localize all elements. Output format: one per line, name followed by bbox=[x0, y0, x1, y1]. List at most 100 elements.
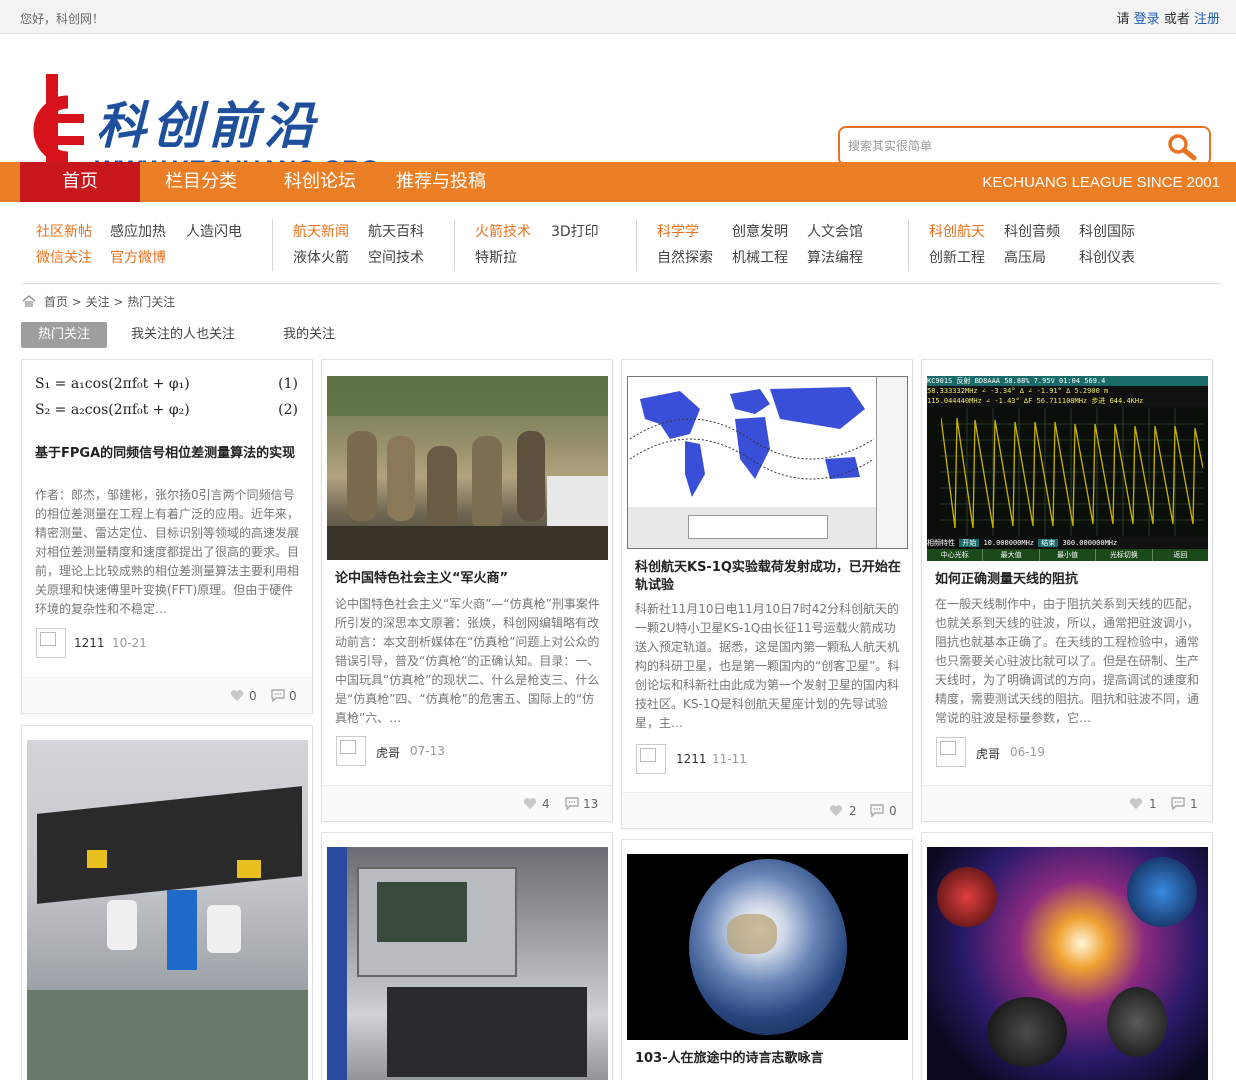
article-card[interactable]: 103-人在旅途中的诗言志歌咏言 bbox=[621, 839, 913, 1080]
analyzer-softkey[interactable]: 中心光标 bbox=[927, 549, 984, 561]
article-card[interactable] bbox=[21, 725, 313, 1080]
analyzer-readout: 115.044440MHz ∠ -1.43° ∆F 56.711108MHz 步… bbox=[927, 396, 1208, 406]
article-card[interactable]: KC901S 反射 BD8AAA 58.88% 7.95V 01:04 569.… bbox=[921, 359, 1213, 822]
subnav-link[interactable]: 社区新帖 bbox=[36, 221, 92, 241]
subnav-link[interactable]: 人造闪电 bbox=[186, 221, 242, 241]
article-excerpt: 科新社11月10日电11月10日7时42分科创航天的一颗2U特小卫星KS-1Q由… bbox=[635, 602, 900, 730]
subnav-link[interactable]: 自然探索 bbox=[657, 247, 713, 267]
comment-icon[interactable] bbox=[870, 804, 884, 817]
article-excerpt: 作者：郎杰，邹建彬，张尔扬0引言两个同频信号的相位差测量在工程上有着广泛的应用。… bbox=[35, 488, 300, 616]
heart-icon[interactable] bbox=[1129, 797, 1143, 810]
subnav-link[interactable]: 航天百科 bbox=[368, 221, 424, 241]
avatar[interactable] bbox=[636, 744, 666, 774]
analyzer-softkey[interactable]: 光标切换 bbox=[1096, 549, 1153, 561]
subnav-link[interactable]: 空间技术 bbox=[368, 247, 424, 267]
avatar[interactable] bbox=[36, 628, 66, 658]
article-card[interactable] bbox=[321, 832, 613, 1080]
subnav-link[interactable]: 科创仪表 bbox=[1079, 247, 1135, 267]
subnav-link[interactable]: 算法编程 bbox=[807, 247, 863, 267]
article-card[interactable]: 论中国特色社会主义“军火商” 论中国特色社会主义“军火商”—“仿真枪”刑事案件所… bbox=[321, 359, 613, 822]
subnav-group-4: 科学学 创意发明 人文会馆 自然探索 机械工程 算法编程 bbox=[636, 219, 908, 271]
avatar[interactable] bbox=[336, 736, 366, 766]
subnav-link[interactable]: 机械工程 bbox=[732, 247, 788, 267]
subnav-link[interactable]: 航天新闻 bbox=[293, 221, 349, 241]
card-footer: 0 0 bbox=[22, 677, 312, 713]
nav-item-home[interactable]: 首页 bbox=[20, 162, 140, 202]
satellite-map-screenshot[interactable] bbox=[627, 376, 908, 549]
comment-count: 1 bbox=[1190, 797, 1198, 811]
card-footer: 1 1 bbox=[922, 785, 1212, 821]
spectrum-analyzer-photo[interactable] bbox=[327, 847, 608, 1080]
nav-item-forum[interactable]: 科创论坛 bbox=[284, 162, 356, 202]
register-link[interactable]: 注册 bbox=[1194, 12, 1220, 27]
analyzer-start: 10.000000MHz bbox=[983, 539, 1035, 547]
greeting-text: 您好，科创网！ bbox=[20, 12, 105, 26]
author-name[interactable]: 1211 bbox=[74, 636, 105, 650]
subnav-link[interactable]: 创意发明 bbox=[732, 221, 788, 241]
nav-item-categories[interactable]: 栏目分类 bbox=[165, 162, 237, 202]
or-text: 或者 bbox=[1163, 12, 1190, 27]
article-title[interactable]: 基于FPGA的同频信号相位差测量算法的实现 bbox=[35, 445, 301, 463]
comment-icon[interactable] bbox=[565, 797, 579, 810]
analyzer-readout: 58.333332MHz ∠ -3.34° ∆ ∠ -1.91° ∆ 5.290… bbox=[927, 386, 1208, 396]
comment-icon[interactable] bbox=[1171, 797, 1185, 810]
search-box bbox=[838, 126, 1211, 166]
article-card[interactable] bbox=[921, 832, 1213, 1080]
heart-icon[interactable] bbox=[523, 797, 537, 810]
analyzer-softkey[interactable]: 返回 bbox=[1153, 549, 1208, 561]
nav-item-submit[interactable]: 推荐与投稿 bbox=[396, 162, 486, 202]
author-name[interactable]: 1211 bbox=[676, 752, 707, 766]
analyzer-softkey[interactable]: 最大值 bbox=[983, 549, 1040, 561]
post-date: 10-21 bbox=[112, 636, 147, 650]
tab-followed-also[interactable]: 我关注的人也关注 bbox=[131, 322, 235, 348]
tab-my-follow[interactable]: 我的关注 bbox=[283, 322, 335, 348]
subnav-link[interactable]: 高压局 bbox=[1004, 247, 1046, 267]
subnav-link[interactable]: 官方微博 bbox=[110, 247, 166, 267]
author-name[interactable]: 虎哥 bbox=[376, 744, 400, 761]
waveform-plot bbox=[941, 408, 1203, 536]
search-input[interactable] bbox=[848, 136, 1148, 156]
subnav-link[interactable]: 科创航天 bbox=[929, 221, 985, 241]
subnav-link[interactable]: 3D打印 bbox=[551, 221, 599, 241]
breadcrumb-home[interactable]: 首页 bbox=[44, 295, 68, 309]
subnav-group-5: 科创航天 科创音频 科创国际 创新工程 高压局 科创仪表 bbox=[908, 219, 1168, 271]
earth-photo[interactable] bbox=[627, 854, 908, 1040]
cosmic-art-image[interactable] bbox=[927, 847, 1208, 1080]
avatar[interactable] bbox=[936, 737, 966, 767]
subnav-link[interactable]: 科创国际 bbox=[1079, 221, 1135, 241]
power-electronics-photo[interactable] bbox=[27, 740, 308, 1080]
article-card[interactable]: 科创航天KS-1Q实验载荷发射成功，已开始在轨试验 科新社11月10日电11月1… bbox=[621, 359, 913, 829]
subnav-link[interactable]: 液体火箭 bbox=[293, 247, 349, 267]
subnav-link[interactable]: 人文会馆 bbox=[807, 221, 863, 241]
subnav-link[interactable]: 感应加热 bbox=[110, 221, 166, 241]
login-link[interactable]: 登录 bbox=[1134, 12, 1160, 27]
soldiers-photo[interactable] bbox=[327, 376, 608, 560]
subnav-link[interactable]: 火箭技术 bbox=[475, 221, 531, 241]
subnav-link[interactable]: 创新工程 bbox=[929, 247, 985, 267]
comment-icon[interactable] bbox=[271, 689, 285, 702]
subnav-link[interactable]: 科学学 bbox=[657, 221, 699, 241]
analyzer-mode: 相频特性 bbox=[927, 539, 955, 547]
world-map-icon bbox=[630, 387, 874, 497]
subnav-link[interactable]: 科创音频 bbox=[1004, 221, 1060, 241]
subnav-group-2: 航天新闻 航天百科 液体火箭 空间技术 bbox=[272, 219, 454, 271]
article-card[interactable]: S₁ = a₁cos(2πf₀t + φ₁) (1) S₂ = a₂cos(2π… bbox=[21, 359, 313, 714]
logo-chinese-name[interactable]: 科创前沿 bbox=[96, 86, 320, 158]
article-title[interactable]: 论中国特色社会主义“军火商” bbox=[335, 570, 601, 588]
heart-icon[interactable] bbox=[829, 804, 843, 817]
formula-number: (2) bbox=[278, 402, 298, 418]
analyzer-screenshot[interactable]: KC901S 反射 BD8AAA 58.88% 7.95V 01:04 569.… bbox=[927, 376, 1208, 561]
author-name[interactable]: 虎哥 bbox=[976, 745, 1000, 762]
heart-icon[interactable] bbox=[230, 689, 244, 702]
breadcrumb-level1[interactable]: 关注 bbox=[86, 295, 110, 309]
search-icon[interactable] bbox=[1165, 132, 1199, 162]
breadcrumb-sep: > bbox=[71, 295, 82, 309]
tab-hot[interactable]: 热门关注 bbox=[21, 322, 107, 348]
analyzer-end-label: 结束 bbox=[1038, 539, 1059, 547]
subnav-link[interactable]: 微信关注 bbox=[36, 247, 92, 267]
subnav-link[interactable]: 特斯拉 bbox=[475, 247, 517, 267]
article-title[interactable]: 如何正确测量天线的阻抗 bbox=[935, 571, 1201, 589]
analyzer-softkey[interactable]: 最小值 bbox=[1040, 549, 1097, 561]
article-title[interactable]: 科创航天KS-1Q实验载荷发射成功，已开始在轨试验 bbox=[635, 559, 901, 595]
article-title[interactable]: 103-人在旅途中的诗言志歌咏言 bbox=[635, 1050, 901, 1068]
